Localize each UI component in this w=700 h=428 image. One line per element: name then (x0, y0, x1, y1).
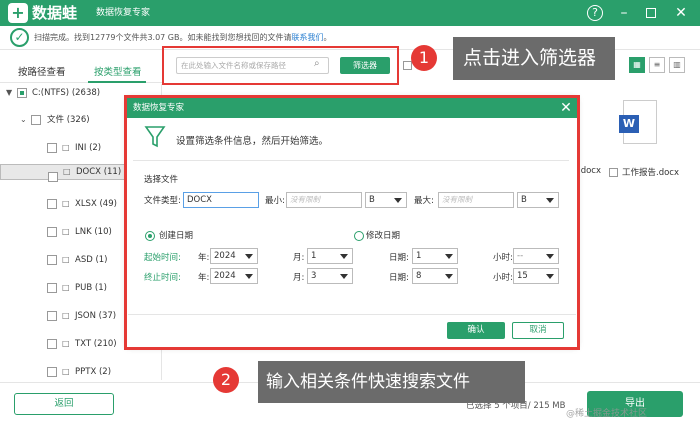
scan-status-tail: 。 (323, 33, 332, 42)
caret-down-icon[interactable]: ▼ (6, 81, 12, 105)
tab-by-path[interactable]: 按路径查看 (18, 64, 66, 78)
contact-us-link[interactable]: 联系我们 (292, 33, 324, 42)
tree-item-label: 文件 (326) (47, 115, 90, 125)
tree-item-pptx[interactable]: □ PPTX (2) (0, 360, 162, 384)
grid-view-icon[interactable]: ▦ (629, 57, 645, 73)
tree-item-label: XLSX (49) (75, 199, 117, 209)
help-button[interactable]: ? (587, 5, 603, 21)
tree-item-label: PPTX (2) (75, 367, 112, 377)
callout-step-2: 输入相关条件快速搜索文件 (258, 361, 525, 403)
tree-item-label: DOCX (11) (76, 167, 122, 177)
tree-checkbox[interactable] (47, 283, 57, 293)
chevron-down-icon[interactable]: ⌄ (20, 108, 27, 132)
scan-status: 扫描完成。找到12779个文件共3.07 GB。如未能找到您想找回的文件请联系我… (34, 32, 332, 43)
scan-status-text: 扫描完成。找到12779个文件共3.07 GB。如未能找到您想找回的文件请 (34, 33, 292, 42)
file-icon: □ (63, 167, 71, 176)
tree-checkbox[interactable] (31, 115, 41, 125)
file-icon: □ (62, 311, 70, 320)
back-button[interactable]: 返回 (14, 393, 114, 415)
tab-by-type[interactable]: 按类型查看 (94, 64, 142, 78)
app-subtitle: 数据恢复专家 (96, 8, 151, 18)
file-icon: □ (62, 339, 70, 348)
select-all-checkbox[interactable] (403, 61, 412, 70)
file-name: 工作报告.docx (622, 168, 680, 178)
tree-checkbox[interactable] (47, 339, 57, 349)
tree-checkbox[interactable] (48, 172, 58, 182)
tree-item-label: INI (2) (75, 143, 102, 153)
word-file-icon: W (619, 100, 657, 144)
tree-item-label: ASD (1) (75, 255, 108, 265)
tree-item-label: TXT (210) (75, 339, 117, 349)
list-view-icon[interactable]: ≡ (649, 57, 665, 73)
file-icon: □ (62, 255, 70, 264)
view-tabs: 按路径查看 按类型查看 (0, 55, 162, 83)
close-button[interactable]: ✕ (672, 4, 690, 22)
tree-checkbox[interactable] (47, 199, 57, 209)
highlight-box-filter (162, 46, 399, 85)
file-checkbox[interactable] (609, 168, 618, 177)
file-icon: □ (62, 227, 70, 236)
tree-checkbox[interactable] (17, 88, 27, 98)
minimize-button[interactable]: – (615, 4, 633, 22)
file-icon: □ (62, 143, 70, 152)
callout-step-1: 点击进入筛选器 (453, 37, 615, 80)
partial-file-name: .docx (578, 166, 602, 176)
step-number-badge: 2 (213, 367, 239, 393)
tree-checkbox[interactable] (47, 143, 57, 153)
app-name: 数据蛙 (32, 4, 78, 22)
tree-item-label: C:(NTFS) (2638) (32, 88, 101, 98)
file-icon: □ (62, 199, 70, 208)
highlight-box-dialog (124, 95, 580, 350)
tree-checkbox[interactable] (47, 311, 57, 321)
check-circle-icon: ✓ (10, 28, 29, 47)
file-icon: □ (62, 367, 70, 376)
tree-item-label: JSON (37) (75, 311, 117, 321)
app-logo-icon: + (8, 3, 28, 23)
tree-checkbox[interactable] (47, 367, 57, 377)
watermark: @稀土掘金技术社区 (566, 409, 648, 419)
file-icon: □ (62, 283, 70, 292)
tree-checkbox[interactable] (47, 227, 57, 237)
tree-item-label: PUB (1) (75, 283, 107, 293)
tree-item-label: LNK (10) (75, 227, 112, 237)
tree-checkbox[interactable] (47, 255, 57, 265)
detail-view-icon[interactable]: ▥ (669, 57, 685, 73)
maximize-button[interactable] (642, 5, 660, 23)
step-number-badge: 1 (411, 45, 437, 71)
